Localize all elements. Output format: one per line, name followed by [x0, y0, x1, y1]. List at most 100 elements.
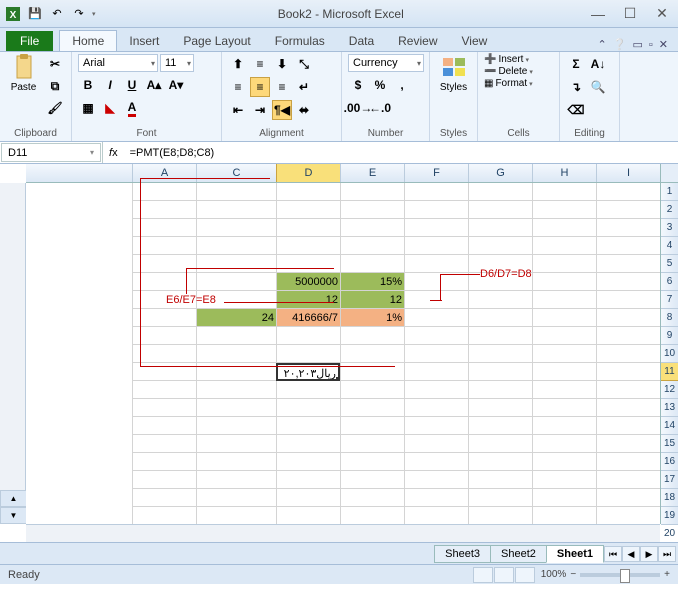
delete-cells-button[interactable]: ➖Delete▾: [484, 66, 533, 77]
align-top-icon[interactable]: ⬆: [228, 54, 248, 74]
cell-F8[interactable]: [404, 309, 468, 327]
cell-D2[interactable]: [276, 201, 340, 219]
tab-insert[interactable]: Insert: [117, 31, 171, 51]
cell-H16[interactable]: [532, 453, 596, 471]
cell-C5[interactable]: [196, 255, 276, 273]
cell-E1[interactable]: [340, 183, 404, 201]
cell-F14[interactable]: [404, 417, 468, 435]
cell-E9[interactable]: [340, 327, 404, 345]
cell-E12[interactable]: [340, 381, 404, 399]
merge-icon[interactable]: ⬌: [294, 100, 314, 120]
cell-C10[interactable]: [196, 345, 276, 363]
cell-A14[interactable]: [132, 417, 196, 435]
cell-G13[interactable]: [468, 399, 532, 417]
font-name-combo[interactable]: Arial: [78, 54, 158, 72]
row-header[interactable]: 20: [661, 525, 678, 542]
cell-G19[interactable]: [468, 507, 532, 524]
row-header[interactable]: 11: [661, 363, 678, 381]
cell-D19[interactable]: [276, 507, 340, 524]
italic-button[interactable]: I: [100, 75, 120, 95]
sheet-tab[interactable]: Sheet3: [434, 545, 491, 563]
cell-G18[interactable]: [468, 489, 532, 507]
align-left-icon[interactable]: ≡: [228, 77, 248, 97]
cell-I4[interactable]: [596, 237, 660, 255]
sheet-tab[interactable]: Sheet2: [490, 545, 547, 563]
cell-G11[interactable]: [468, 363, 532, 381]
row-header[interactable]: 4: [661, 237, 678, 255]
format-cells-button[interactable]: ▦Format▾: [484, 78, 533, 89]
font-size-combo[interactable]: 11: [160, 54, 194, 72]
number-format-combo[interactable]: Currency: [348, 54, 424, 72]
cells-grid[interactable]: 15%500000012121%416666/724ريال٢٠,٢٠٣: [26, 183, 660, 524]
cell-H13[interactable]: [532, 399, 596, 417]
cell-H7[interactable]: [532, 291, 596, 309]
cell-E17[interactable]: [340, 471, 404, 489]
direction-icon[interactable]: ¶◀: [272, 100, 292, 120]
cell-C8[interactable]: 24: [196, 309, 276, 327]
cell-C15[interactable]: [196, 435, 276, 453]
zoom-slider[interactable]: [580, 573, 660, 577]
bold-button[interactable]: B: [78, 75, 98, 95]
cell-D8[interactable]: 416666/7: [276, 309, 340, 327]
cell-A5[interactable]: [132, 255, 196, 273]
cell-H3[interactable]: [532, 219, 596, 237]
cell-F10[interactable]: [404, 345, 468, 363]
row-header[interactable]: 2: [661, 201, 678, 219]
doc-close-icon[interactable]: ✕: [659, 38, 668, 51]
cell-C6[interactable]: [196, 273, 276, 291]
cell-D4[interactable]: [276, 237, 340, 255]
cut-icon[interactable]: ✂: [45, 54, 65, 74]
cell-E19[interactable]: [340, 507, 404, 524]
column-headers[interactable]: IHGFEDCA: [26, 164, 660, 183]
cell-D3[interactable]: [276, 219, 340, 237]
autosum-icon[interactable]: Σ: [566, 54, 586, 74]
zoom-in-icon[interactable]: +: [664, 569, 670, 580]
cell-F2[interactable]: [404, 201, 468, 219]
cell-I9[interactable]: [596, 327, 660, 345]
row-header[interactable]: 12: [661, 381, 678, 399]
sort-filter-icon[interactable]: A↓: [588, 54, 608, 74]
cell-H15[interactable]: [532, 435, 596, 453]
cell-I11[interactable]: [596, 363, 660, 381]
decrease-decimal-icon[interactable]: ←.0: [370, 98, 390, 118]
cell-F16[interactable]: [404, 453, 468, 471]
cell-I13[interactable]: [596, 399, 660, 417]
cell-I19[interactable]: [596, 507, 660, 524]
fill-icon[interactable]: ↴: [566, 77, 586, 97]
cell-C3[interactable]: [196, 219, 276, 237]
redo-icon[interactable]: ↷: [70, 5, 88, 23]
cell-H4[interactable]: [532, 237, 596, 255]
cell-A2[interactable]: [132, 201, 196, 219]
cell-H2[interactable]: [532, 201, 596, 219]
cell-E11[interactable]: [340, 363, 404, 381]
cell-D9[interactable]: [276, 327, 340, 345]
cell-A19[interactable]: [132, 507, 196, 524]
fill-color-icon[interactable]: ◣: [100, 98, 120, 118]
cell-I5[interactable]: [596, 255, 660, 273]
cell-A16[interactable]: [132, 453, 196, 471]
cell-F11[interactable]: [404, 363, 468, 381]
column-header[interactable]: A: [132, 164, 196, 182]
column-header[interactable]: C: [196, 164, 276, 182]
minimize-button[interactable]: —: [586, 5, 610, 23]
cell-E10[interactable]: [340, 345, 404, 363]
doc-minimize-icon[interactable]: ▫: [649, 39, 653, 51]
cell-H12[interactable]: [532, 381, 596, 399]
cell-A15[interactable]: [132, 435, 196, 453]
cell-G14[interactable]: [468, 417, 532, 435]
font-color-icon[interactable]: A: [122, 98, 142, 118]
cell-F18[interactable]: [404, 489, 468, 507]
tab-page-layout[interactable]: Page Layout: [171, 31, 262, 51]
cell-E16[interactable]: [340, 453, 404, 471]
cell-I7[interactable]: [596, 291, 660, 309]
cell-A6[interactable]: [132, 273, 196, 291]
tab-nav-last-icon[interactable]: ⏭: [658, 546, 676, 562]
wrap-text-icon[interactable]: ↵: [294, 77, 314, 97]
cell-I18[interactable]: [596, 489, 660, 507]
align-middle-icon[interactable]: ≡: [250, 54, 270, 74]
row-header[interactable]: 7: [661, 291, 678, 309]
column-header[interactable]: I: [596, 164, 660, 182]
cell-D7[interactable]: 12: [276, 291, 340, 309]
cell-H6[interactable]: [532, 273, 596, 291]
cell-F6[interactable]: [404, 273, 468, 291]
